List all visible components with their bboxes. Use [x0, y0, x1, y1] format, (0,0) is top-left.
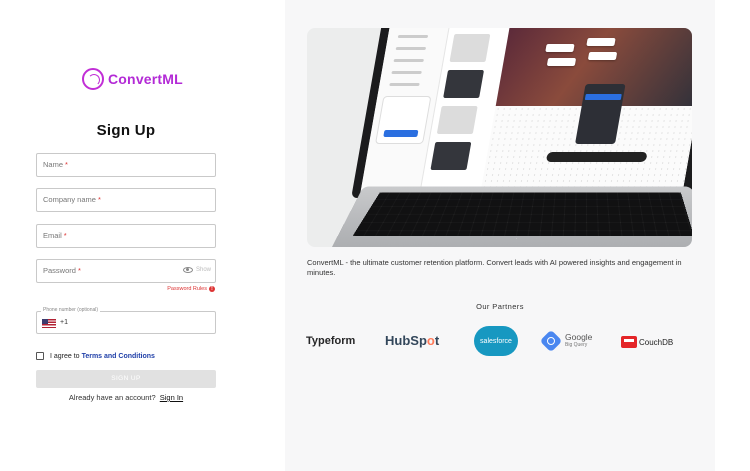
- couchdb-logo: CouchDB: [621, 336, 673, 348]
- phone-label: Phone number (optional): [41, 307, 101, 313]
- dial-code: +1: [60, 319, 68, 326]
- hubspot-logo: HubSp o t: [385, 333, 439, 348]
- typeform-logo: Typeform: [306, 335, 356, 347]
- sign-in-prompt-text: Already have an account?: [68, 393, 156, 402]
- password-placeholder: Password: [43, 266, 76, 275]
- mock-toolbar: [545, 152, 648, 162]
- promo-description: ConvertML - the ultimate customer retent…: [307, 258, 682, 277]
- hubspot-sprocket-icon: o: [426, 333, 435, 348]
- salesforce-text: salesforce: [480, 337, 512, 345]
- terms-agreement: I agree to Terms and Conditions: [36, 352, 155, 360]
- bigquery-text: Big Query: [565, 342, 588, 348]
- eye-icon: [182, 267, 193, 273]
- email-placeholder: Email: [43, 231, 62, 240]
- phone-field[interactable]: Phone number (optional) +1: [36, 307, 216, 334]
- show-label: Show: [195, 267, 211, 273]
- mock-choice: [545, 44, 575, 52]
- laptop-illustration: [307, 28, 692, 247]
- required-mark: *: [97, 195, 101, 204]
- agree-text: I agree to: [50, 352, 80, 360]
- password-rules-label: Password Rules: [167, 286, 207, 292]
- password-rules-link[interactable]: Password Rules !: [167, 286, 215, 292]
- mock-upgrade-button: [383, 130, 419, 137]
- bigquery-icon: [539, 329, 563, 353]
- logo: ConvertML: [82, 68, 183, 90]
- logo-icon: [82, 68, 104, 90]
- sign-up-button[interactable]: SIGN UP: [36, 370, 216, 388]
- required-mark: *: [77, 266, 81, 275]
- name-field[interactable]: Name *: [36, 153, 216, 177]
- sign-in-prompt: Already have an account? Sign In: [36, 393, 216, 402]
- error-icon: !: [209, 286, 215, 292]
- page-edge: [715, 0, 750, 471]
- required-mark: *: [65, 160, 68, 169]
- email-field[interactable]: Email *: [36, 224, 216, 248]
- signup-panel: ConvertML Sign Up Name * Company name * Em…: [0, 0, 285, 471]
- salesforce-logo: salesforce: [474, 326, 518, 356]
- sign-in-link[interactable]: Sign In: [160, 393, 183, 402]
- mock-choice: [587, 52, 618, 60]
- name-placeholder: Name: [43, 160, 64, 169]
- mock-choice: [586, 38, 616, 46]
- required-mark: *: [63, 231, 67, 240]
- google-bigquery-logo: Google Big Query: [539, 329, 593, 353]
- password-field[interactable]: Password * Show: [36, 259, 216, 283]
- google-text: Google: [565, 332, 593, 342]
- couchdb-icon: [621, 336, 637, 348]
- show-password-toggle[interactable]: Show: [182, 267, 211, 273]
- laptop-screen: [360, 28, 692, 194]
- company-name-field[interactable]: Company name *: [36, 188, 216, 212]
- hubspot-text-a: HubSp: [385, 333, 427, 348]
- laptop-keyboard: [352, 192, 692, 237]
- page-title: Sign Up: [96, 122, 156, 139]
- terms-link[interactable]: Terms and Conditions: [82, 353, 155, 360]
- couchdb-text: CouchDB: [639, 337, 674, 347]
- logo-text: ConvertML: [108, 71, 183, 87]
- terms-checkbox[interactable]: [36, 352, 44, 360]
- company-name-placeholder: Company name: [43, 195, 96, 204]
- us-flag-icon[interactable]: [42, 319, 56, 328]
- partners-title: Our Partners: [476, 302, 524, 311]
- mock-upgrade-card: [375, 96, 432, 144]
- hubspot-text-b: t: [434, 333, 440, 348]
- mock-choice: [546, 58, 577, 66]
